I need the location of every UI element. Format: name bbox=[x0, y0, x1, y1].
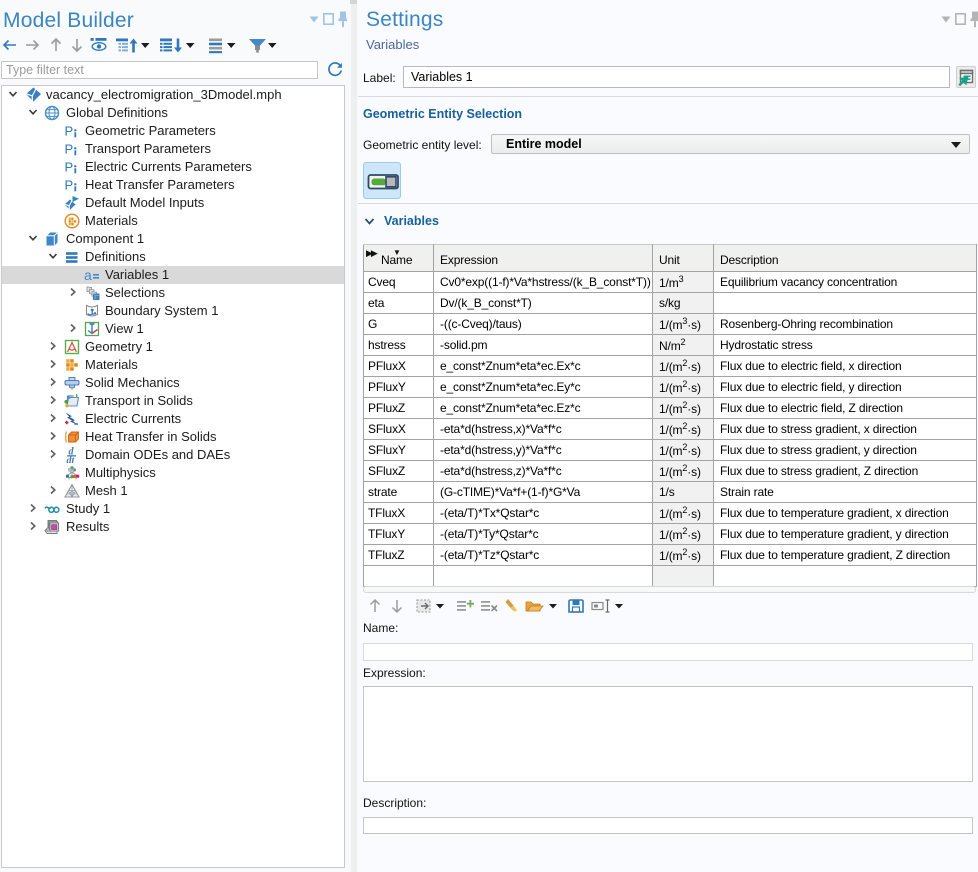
svg-text:a: a bbox=[84, 267, 92, 283]
svg-text:P: P bbox=[65, 142, 74, 157]
svg-text:P: P bbox=[65, 124, 74, 139]
svg-text:dt: dt bbox=[67, 456, 76, 464]
svg-text:P: P bbox=[65, 160, 74, 175]
svg-text:P: P bbox=[65, 178, 74, 193]
